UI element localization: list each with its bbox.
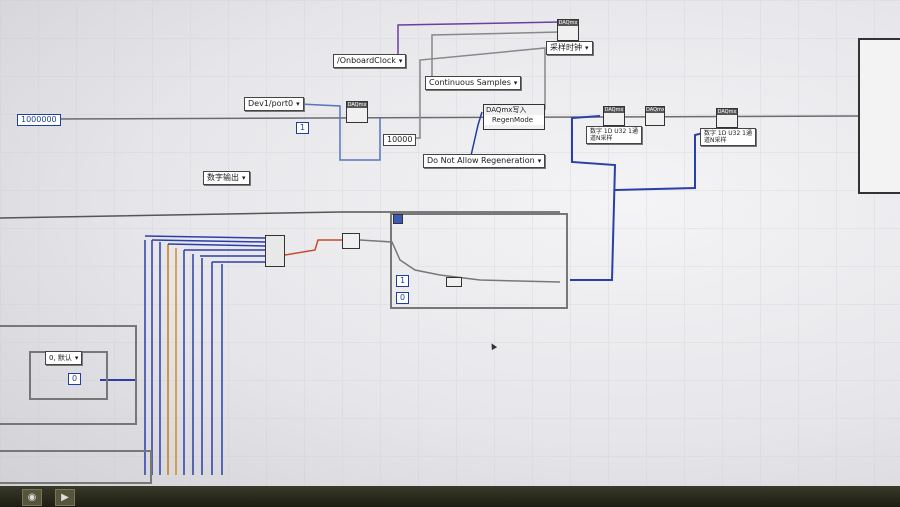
device-channel-text: Dev1/port0 [248,99,294,108]
regen-mode-constant[interactable]: Do Not Allow Regeneration ▾ [423,154,546,168]
node-header: DAQmx [558,20,578,26]
loop-count-terminal[interactable] [393,214,403,224]
dropdown-arrow-icon: ▾ [585,44,589,52]
array-function-icon[interactable] [342,233,360,249]
dropdown-arrow-icon: ▾ [74,354,79,362]
node-header: DAQmx [347,102,367,108]
continuous-samples-text: Continuous Samples [429,78,511,87]
polymorphic-selector-2[interactable]: 数字 1D U32 1通道N采样 [700,128,756,146]
continuous-samples-constant[interactable]: Continuous Samples ▾ [425,76,522,90]
regen-mode-text: Do Not Allow Regeneration [427,156,535,165]
onboard-clock-text: /OnboardClock [337,56,396,65]
task-wire [49,115,861,120]
dropdown-arrow-icon: ▾ [296,100,300,108]
sample-clock-constant[interactable]: 采样时钟 ▾ [546,41,593,55]
daqmx-timing-node[interactable]: DAQmx [557,19,579,41]
property-node-item: RegenMode [484,115,544,125]
dropdown-arrow-icon: ▾ [242,174,246,182]
node-header: DAQmx [604,107,624,113]
run-arrow-icon[interactable]: ▶ [55,489,75,506]
dropdown-arrow-icon: ▾ [537,157,542,165]
small-constant-a[interactable]: 1 [296,122,310,134]
digital-output-constant[interactable]: 数字输出 ▾ [203,171,250,185]
daqmx-create-channel-node[interactable]: DAQmx [346,101,368,123]
node-header: DAQmx [646,107,665,113]
case-structure[interactable]: 0, 默认 ▾ [29,351,108,400]
onboard-clock-constant[interactable]: /OnboardClock ▾ [333,54,407,68]
build-array-node[interactable] [265,235,285,267]
build-array-out [284,239,342,256]
regen-wire [469,111,483,161]
daqmx-write-node-1[interactable]: DAQmx [603,106,625,126]
daqmx-write-node-2[interactable]: DAQmx [716,108,738,128]
digital-output-text: 数字输出 [207,173,239,182]
case-selector-text: 0, 默认 [49,354,72,362]
rate-wire [299,103,381,161]
bundle-horz [144,235,266,263]
case-selector-label[interactable]: 0, 默认 ▾ [45,351,83,365]
rate-numeric[interactable]: 1000000 [17,114,61,126]
taskbar: ◉ ▶ [0,486,900,507]
labview-block-diagram: /OnboardClock ▾ Continuous Samples ▾ Do No… [0,0,900,507]
sample-clock-text: 采样时钟 [550,43,582,52]
node-header: DAQmx [717,109,737,115]
daqmx-start-node[interactable]: DAQmx [645,106,665,126]
for-loop-structure[interactable] [390,213,568,309]
start-icon[interactable]: ◉ [22,489,42,506]
right-structure-panel[interactable] [858,38,900,194]
property-node-title: DAQmx写入 [486,106,527,114]
dropdown-arrow-icon: ▾ [513,79,518,87]
device-channel-constant[interactable]: Dev1/port0 ▾ [244,97,304,111]
samples-numeric[interactable]: 10000 [383,134,417,146]
polymorphic-selector-1[interactable]: 数字 1D U32 1通道N采样 [586,126,642,144]
daqmx-property-node[interactable]: DAQmx写入 RegenMode [483,104,545,130]
dropdown-arrow-icon: ▾ [398,57,403,65]
lower-structure[interactable] [0,450,152,484]
